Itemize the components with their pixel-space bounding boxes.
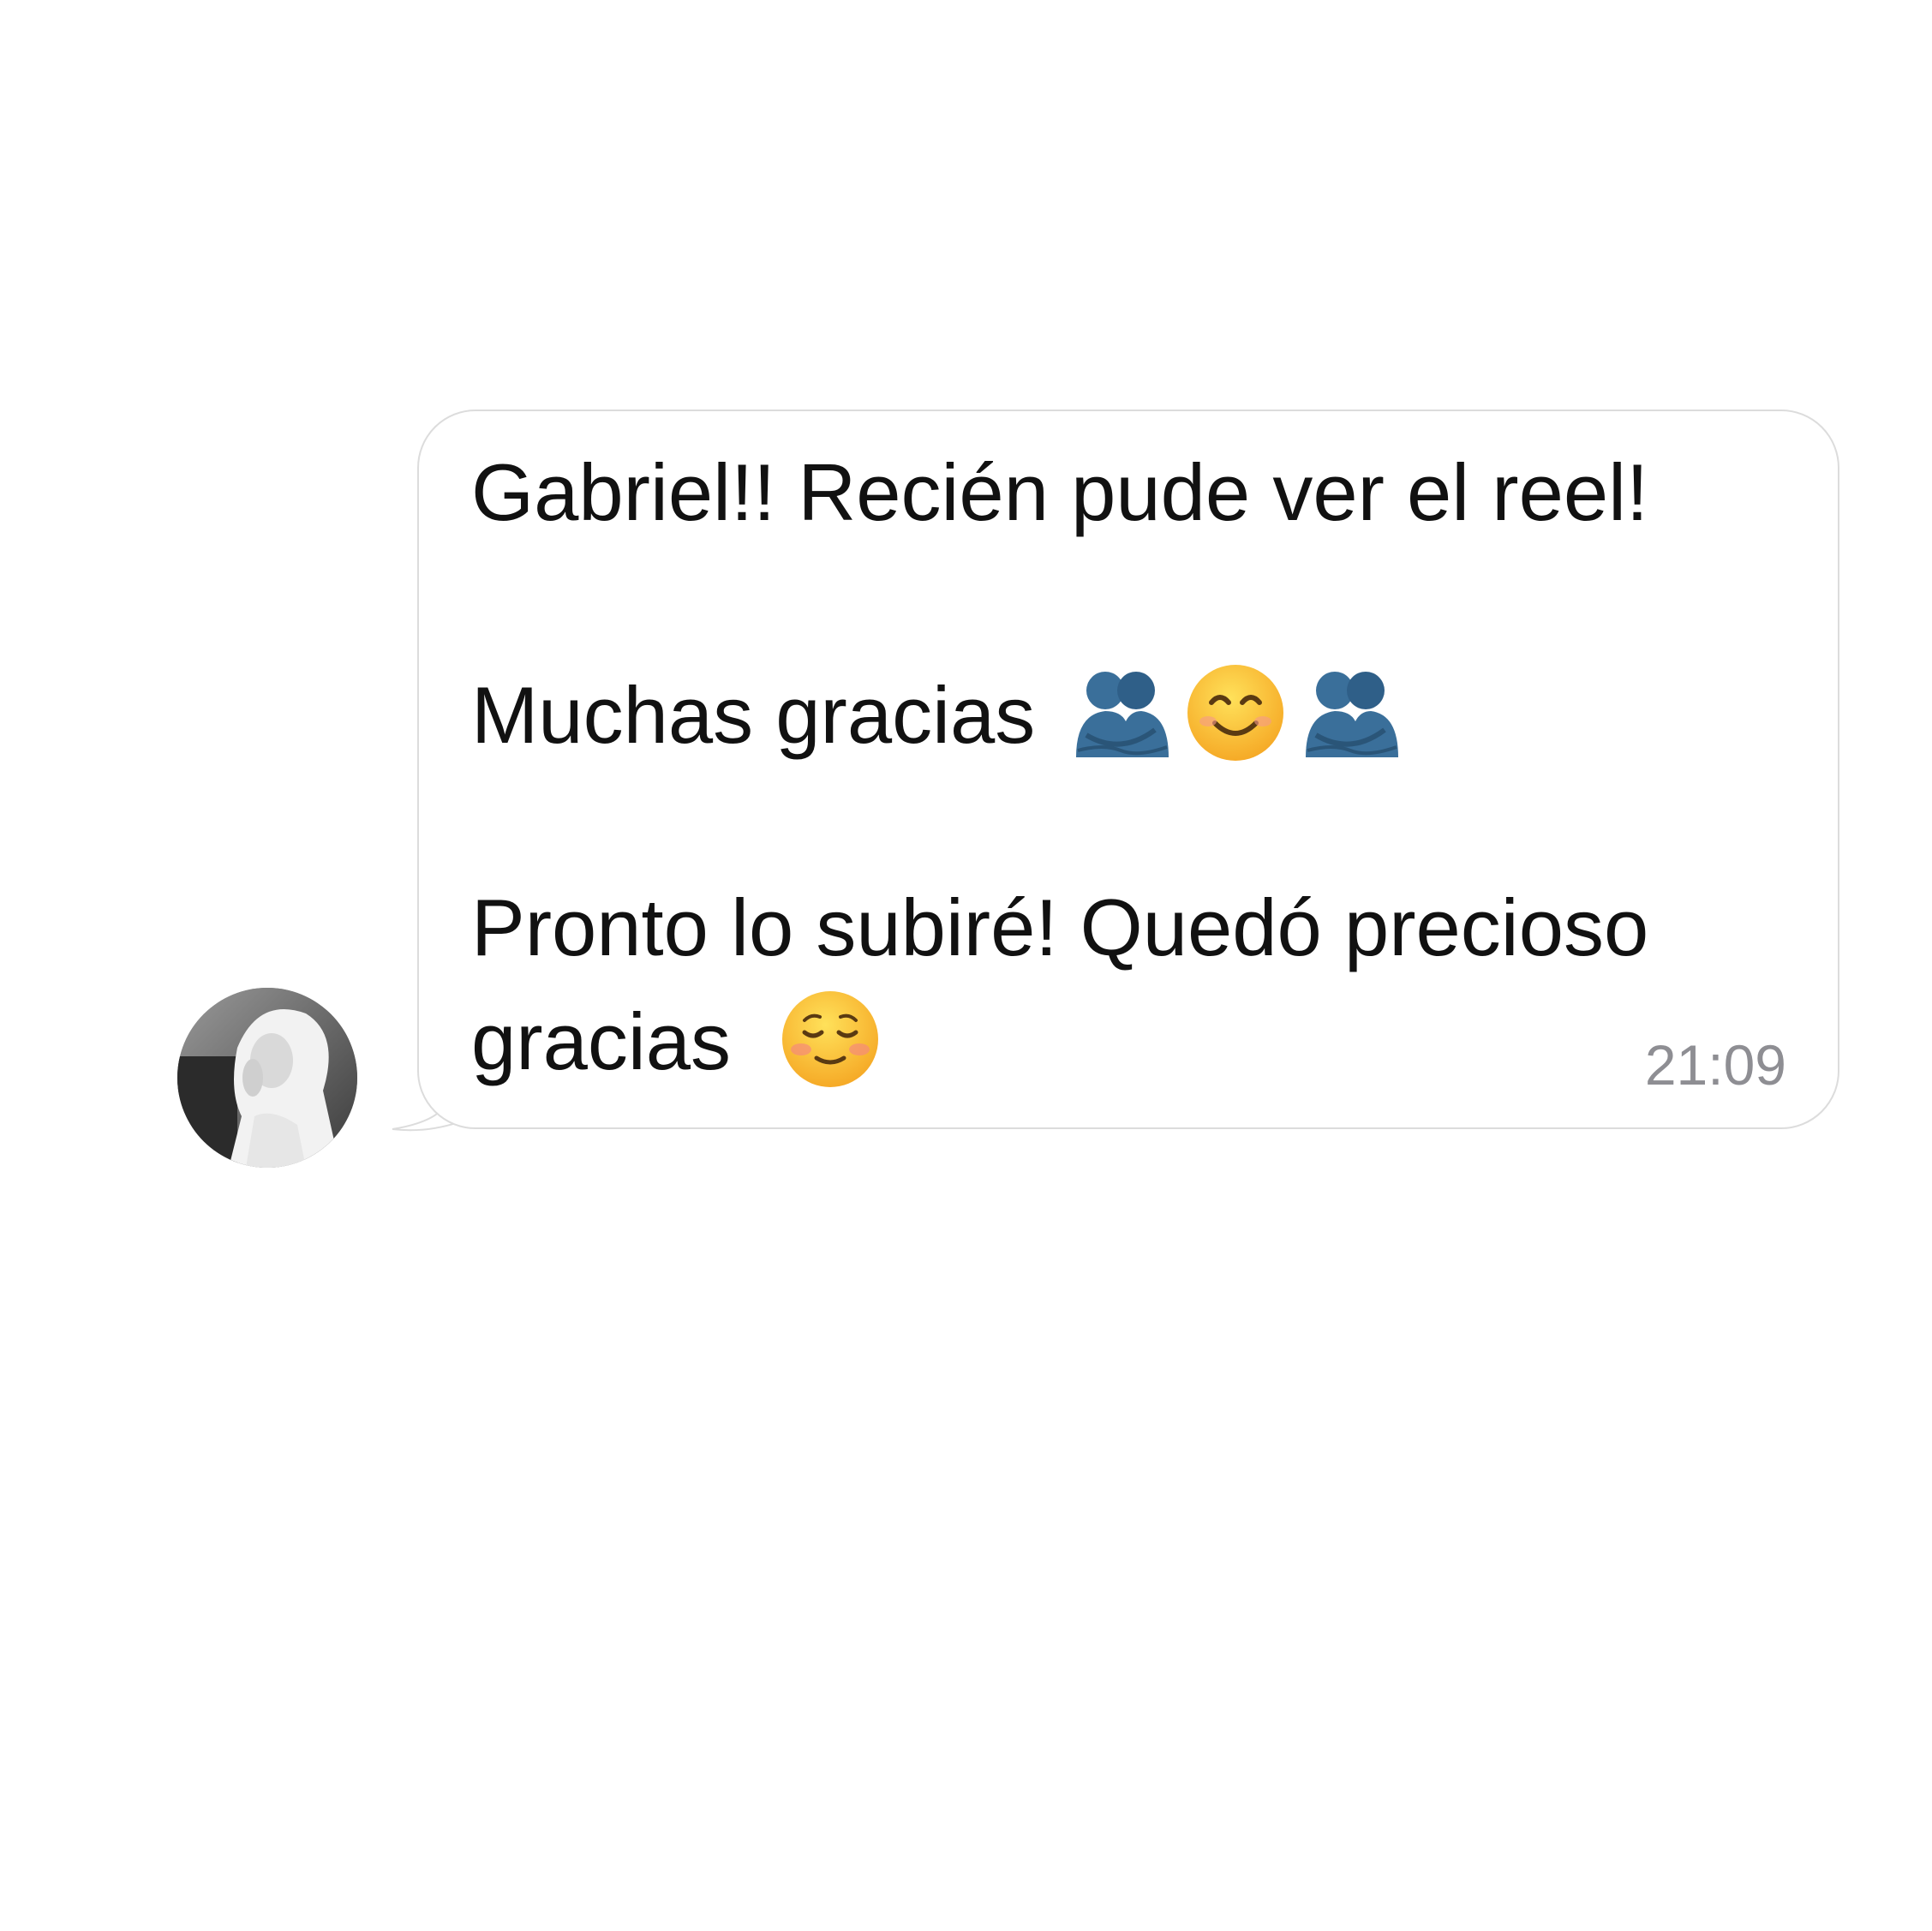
message-text-4: gracias: [471, 995, 732, 1086]
message-timestamp: 21:09: [1644, 1033, 1786, 1097]
message-line-1: Gabriel!! Recién pude ver el reel!: [471, 452, 1648, 533]
avatar[interactable]: [177, 988, 357, 1168]
smiling-face-icon: [779, 988, 882, 1091]
message-text-1: Gabriel!! Recién pude ver el reel!: [471, 447, 1649, 537]
people-hugging-icon: [1069, 661, 1172, 764]
chat-area: Gabriel!! Recién pude ver el reel! Mucha…: [0, 0, 1932, 1931]
people-hugging-icon: [1299, 661, 1402, 764]
avatar-photo-icon: [177, 988, 357, 1168]
message-text-2: Muchas gracias: [471, 669, 1036, 760]
message-line-4: gracias: [471, 991, 882, 1099]
smiling-face-with-smiling-eyes-icon: [1184, 661, 1287, 764]
message-text-3: Pronto lo subiré! Quedó precioso: [471, 882, 1649, 972]
message-line-3: Pronto lo subiré! Quedó precioso: [471, 888, 1648, 968]
message-line-2: Muchas gracias: [471, 665, 1402, 773]
